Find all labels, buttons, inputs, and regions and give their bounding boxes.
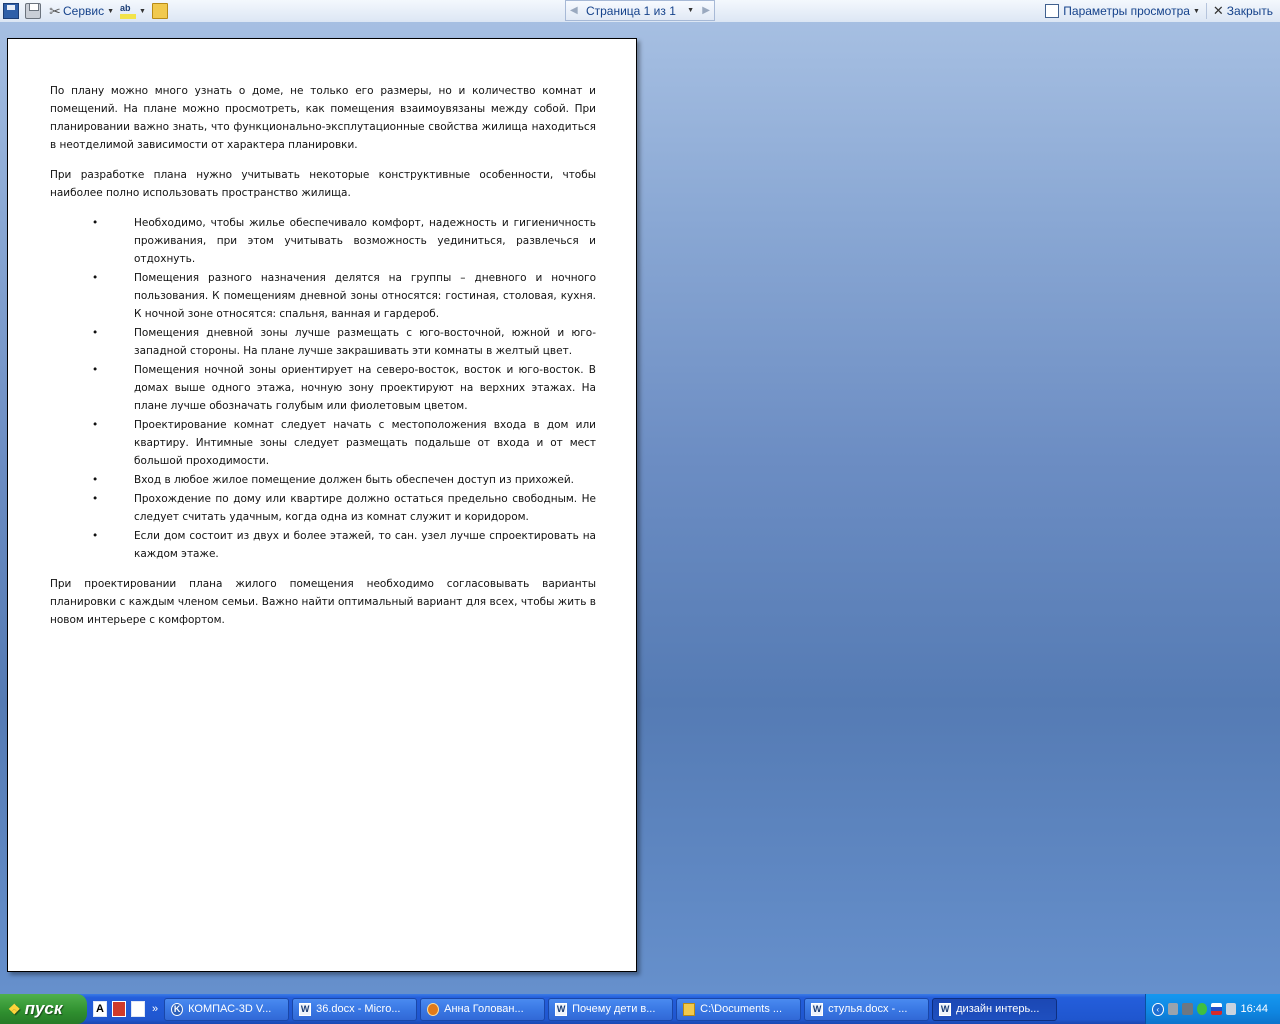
close-label: Закрыть — [1226, 4, 1273, 18]
chevron-down-icon: ▼ — [139, 7, 146, 15]
bullet-icon: • — [92, 474, 99, 486]
windows-logo-icon: ❖ — [8, 1000, 21, 1017]
taskbar-button-label: КОМПАС-3D V... — [188, 1003, 272, 1015]
folder-icon — [151, 3, 168, 19]
list-item-text: Помещения разного назначения делятся на … — [134, 272, 596, 320]
collapse-tray-icon[interactable]: ‹ — [1152, 1002, 1164, 1016]
taskbar-button-label: Анна Голован... — [444, 1003, 524, 1015]
toolbar-separator — [1205, 3, 1207, 19]
taskbar-button-label: Почему дети в... — [572, 1003, 656, 1015]
chevron-down-icon: ▼ — [1192, 7, 1200, 15]
save-icon — [3, 3, 19, 19]
word-icon: W — [811, 1002, 824, 1016]
service-label: Сервис — [63, 4, 105, 18]
list-item-text: Вход в любое жилое помещение должен быть… — [134, 474, 574, 486]
list-item: • Помещения разного назначения делятся на… — [92, 269, 596, 323]
list-item-text: Помещения ночной зоны ориентирует на сев… — [134, 364, 596, 412]
bullet-icon: • — [92, 364, 99, 376]
list-item: • Вход в любое жилое помещение должен быт… — [92, 471, 596, 489]
taskbar-button[interactable]: K КОМПАС-3D V... — [164, 997, 290, 1021]
show-desktop-icon[interactable] — [131, 1001, 145, 1017]
word-icon: W — [555, 1002, 568, 1016]
view-options-button[interactable]: Параметры просмотра ▼ — [1042, 1, 1203, 21]
taskbar-button[interactable]: W Почему дети в... — [548, 997, 674, 1021]
folder-icon — [683, 1002, 696, 1016]
toolbar-right-group: Параметры просмотра ▼ ✕ Закрыть — [1042, 0, 1276, 22]
bullet-icon: • — [92, 272, 99, 284]
list-item-text: Прохождение по дому или квартире должно … — [134, 493, 596, 523]
task-buttons: K КОМПАС-3D V... W 36.docx - Micro... Анна… — [164, 997, 1058, 1021]
taskbar-button[interactable]: Анна Голован... — [420, 997, 546, 1021]
list-item: • Помещения ночной зоны ориентирует на се… — [92, 361, 596, 415]
taskbar-button-active[interactable]: Wдизайн интерь... — [932, 997, 1058, 1021]
bullet-icon: • — [92, 530, 99, 542]
paragraph: При проектировании плана жилого помещени… — [50, 578, 596, 626]
taskbar-button-label: C:\Documents ... — [700, 1003, 783, 1015]
list-item: • Проектирование комнат следует начать с … — [92, 416, 596, 470]
bullet-icon: • — [92, 419, 99, 431]
bullet-icon: • — [92, 217, 99, 229]
quick-launch-app-icon[interactable] — [112, 1001, 126, 1017]
network-icon[interactable] — [1182, 1003, 1193, 1015]
quick-launch: A » — [87, 1001, 164, 1017]
quick-launch-font-icon[interactable]: A — [93, 1001, 107, 1017]
kompas-icon: K — [171, 1002, 184, 1016]
taskbar-button[interactable]: C:\Documents ... — [676, 997, 802, 1021]
bullet-icon: • — [92, 327, 99, 339]
document-page[interactable]: По плану можно много узнать о доме, не т… — [7, 38, 637, 972]
open-folder-button[interactable] — [149, 1, 171, 21]
windows-taskbar: ❖ пуск A » K КОМПАС-3D V... W 36.docx - Mi… — [0, 994, 1280, 1024]
preview-workspace[interactable]: По плану можно много узнать о доме, не т… — [0, 22, 1280, 994]
print-button[interactable] — [22, 1, 44, 21]
previous-page-icon[interactable]: ◀ — [570, 5, 578, 16]
view-options-label: Параметры просмотра — [1063, 4, 1190, 18]
list-item: • Прохождение по дому или квартире должно… — [92, 490, 596, 526]
chevron-down-icon[interactable]: ▼ — [687, 7, 694, 14]
list-item-text: Проектирование комнат следует начать с м… — [134, 419, 596, 467]
list-item-text: Необходимо, чтобы жилье обеспечивало ком… — [134, 217, 596, 265]
list-item: • Если дом состоит из двух и более этажей… — [92, 527, 596, 563]
view-options-icon — [1045, 4, 1060, 18]
network-icon[interactable] — [1167, 1003, 1179, 1015]
word-icon: W — [939, 1002, 952, 1016]
start-label: пуск — [24, 999, 63, 1018]
close-button[interactable]: ✕ Закрыть — [1210, 1, 1276, 21]
antivirus-icon[interactable] — [1196, 1003, 1208, 1015]
taskbar-button-label: дизайн интерь... — [956, 1003, 1040, 1015]
tools-icon: ✂ — [49, 3, 61, 19]
taskbar-button[interactable]: W 36.docx - Micro... — [292, 997, 418, 1021]
list-item: • Необходимо, чтобы жилье обеспечивало ко… — [92, 214, 596, 268]
next-page-icon[interactable]: ▶ — [702, 5, 710, 16]
taskbar-button-label: стулья.docx - ... — [828, 1003, 908, 1015]
language-flag-icon[interactable] — [1211, 1003, 1222, 1015]
paragraph: По плану можно много узнать о доме, не т… — [50, 85, 596, 151]
spelling-button[interactable]: ab ▼ — [117, 1, 149, 21]
print-icon — [25, 3, 41, 19]
page-indicator[interactable]: Страница 1 из 1 — [586, 4, 676, 18]
list-item: • Помещения дневной зоны лучше размещать … — [92, 324, 596, 360]
system-tray: ‹ 16:44 — [1145, 994, 1280, 1024]
volume-icon[interactable] — [1225, 1003, 1237, 1015]
taskbar-button-label: 36.docx - Micro... — [316, 1003, 401, 1015]
chevron-down-icon: ▼ — [107, 7, 115, 15]
service-menu[interactable]: ✂ Сервис ▼ — [44, 1, 117, 21]
word-icon: W — [299, 1002, 312, 1016]
bullet-list: • Необходимо, чтобы жилье обеспечивало ко… — [50, 214, 596, 563]
paragraph: При разработке плана нужно учитывать нек… — [50, 169, 596, 199]
save-button[interactable] — [0, 1, 22, 21]
list-item-text: Если дом состоит из двух и более этажей,… — [134, 530, 596, 560]
start-button[interactable]: ❖ пуск — [0, 994, 87, 1024]
more-quick-launch-icon[interactable]: » — [152, 1003, 158, 1015]
clock[interactable]: 16:44 — [1240, 1003, 1268, 1015]
taskbar-button[interactable]: Wстулья.docx - ... — [804, 997, 930, 1021]
list-item-text: Помещения дневной зоны лучше размещать с… — [134, 327, 596, 357]
firefox-icon — [427, 1002, 440, 1016]
document-body: По плану можно много узнать о доме, не т… — [50, 82, 596, 641]
bullet-icon: • — [92, 493, 99, 505]
close-icon: ✕ — [1212, 3, 1224, 18]
spelling-icon: ab — [120, 3, 137, 19]
print-preview-toolbar: ✂ Сервис ▼ ab ▼ ◀ Страница 1 из 1 ▼ ▶ Па… — [0, 0, 1280, 23]
page-navigator[interactable]: ◀ Страница 1 из 1 ▼ ▶ — [565, 0, 715, 21]
